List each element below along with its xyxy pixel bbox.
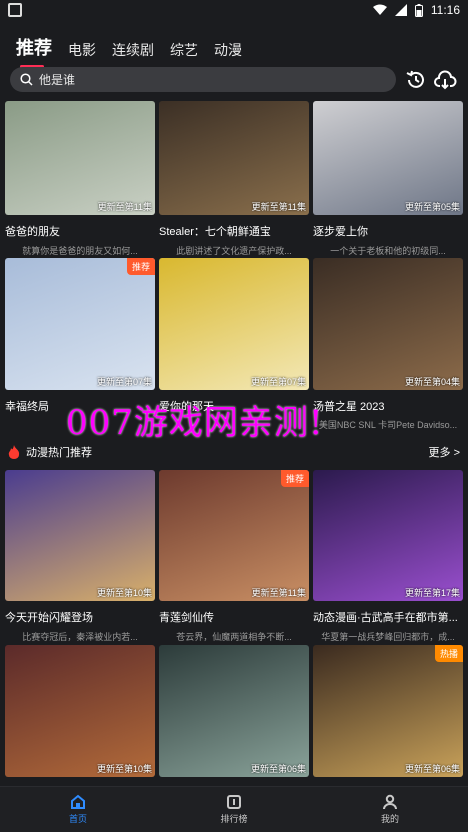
episode-label: 更新至第04集 — [404, 377, 460, 387]
episode-label: 更新至第10集 — [96, 764, 152, 774]
episode-label: 更新至第06集 — [404, 764, 460, 774]
video-card[interactable]: 更新至第04集 汤普之星 2023 美国NBC SNL 卡司Pete David… — [313, 258, 463, 431]
video-card[interactable]: 更新至第17集 动态漫画·古武高手在都市第... 华夏第一战兵梦峰回归都市，成.… — [313, 470, 463, 643]
bottom-navigation: 首页 排行榜 我的 — [0, 786, 468, 832]
recommend-badge: 推荐 — [126, 258, 155, 275]
video-desc: 华夏第一战兵梦峰回归都市，成... — [321, 632, 455, 642]
video-card[interactable]: 更新至第10集 今天开始闪耀登场 比赛夺冠后，秦泽被业内若... — [5, 470, 155, 643]
nav-label: 首页 — [68, 814, 87, 824]
battery-icon — [414, 3, 423, 17]
poster-image: 更新至第06集 — [159, 645, 309, 777]
drama-grid-row-1: 更新至第11集 爸爸的朋友 就算你是爸爸的朋友又如何... 更新至第11集 St… — [5, 101, 463, 257]
video-card[interactable]: 推荐更新至第11集 青莲剑仙传 苍云界，仙魔两道相争不断... — [159, 470, 309, 643]
poster-image: 更新至第05集 — [313, 101, 463, 215]
video-title: 动态漫画·古武高手在都市第... — [313, 612, 458, 624]
episode-label: 更新至第11集 — [97, 202, 152, 212]
episode-label: 更新至第17集 — [404, 588, 460, 598]
search-input[interactable] — [39, 72, 359, 87]
nav-home[interactable]: 首页 — [38, 794, 118, 825]
poster-image: 推荐更新至第11集 — [159, 470, 309, 601]
poster-image: 热播更新至第06集 — [313, 645, 463, 777]
nav-label: 我的 — [380, 814, 399, 824]
video-card[interactable]: 更新至第11集 爸爸的朋友 就算你是爸爸的朋友又如何... — [5, 101, 155, 257]
search-icon — [20, 73, 33, 86]
episode-label: 更新至第07集 — [96, 377, 152, 387]
status-time: 11:16 — [430, 3, 460, 17]
video-desc: 一个关于老板和他的初级同... — [330, 246, 446, 256]
anime-grid-row-1: 更新至第10集 今天开始闪耀登场 比赛夺冠后，秦泽被业内若... 推荐 更新至第1… — [5, 470, 463, 643]
history-icon[interactable] — [404, 68, 428, 92]
tab-variety[interactable]: 综艺 — [170, 40, 198, 60]
tab-anime[interactable]: 动漫 — [214, 40, 242, 60]
video-title: 青莲剑仙传 — [159, 612, 214, 624]
video-desc: 就算你是爸爸的朋友又如何... — [22, 246, 138, 256]
episode-label: 更新至第11集 — [251, 202, 306, 212]
ranking-icon — [227, 795, 241, 809]
video-desc: 比赛夺冠后，秦泽被业内若... — [22, 632, 138, 642]
video-title: 爸爸的朋友 — [5, 226, 60, 238]
search-bar[interactable] — [10, 67, 396, 92]
poster-image: 更新至第07集 — [159, 258, 309, 390]
video-title: Stealer：七个朝鲜通宝 — [159, 226, 271, 238]
poster-image: 更新至第11集 — [159, 101, 309, 215]
category-tabs: 推荐 电影 连续剧 综艺 动漫 — [16, 32, 242, 68]
hot-badge: 热播 — [434, 645, 463, 662]
tab-series[interactable]: 连续剧 — [112, 40, 154, 60]
video-card[interactable]: 更新至第05集 逐步爱上你 一个关于老板和他的初级同... — [313, 101, 463, 257]
episode-label: 更新至第07集 — [250, 377, 306, 387]
video-card[interactable]: 更新至第06集 — [159, 645, 309, 777]
video-title: 逐步爱上你 — [313, 226, 368, 238]
video-card[interactable]: 更新至第10集 — [5, 645, 155, 777]
nav-profile[interactable]: 我的 — [350, 794, 430, 825]
notification-icon — [8, 3, 22, 17]
anime-section-header: 动漫热门推荐 更多 > — [8, 444, 460, 460]
episode-label: 更新至第11集 — [251, 588, 306, 598]
tab-recommend[interactable]: 推荐 — [16, 34, 52, 68]
profile-icon — [383, 794, 397, 810]
video-card[interactable]: 更新至第11集 Stealer：七个朝鲜通宝 此剧讲述了文化遗产保护政... — [159, 101, 309, 257]
anime-grid-row-2: 更新至第10集 更新至第06集 热播更新至第06集 — [5, 645, 463, 777]
video-title: 今天开始闪耀登场 — [5, 612, 93, 624]
episode-label: 更新至第05集 — [404, 202, 460, 212]
poster-image: 推荐更新至第07集 — [5, 258, 155, 390]
recommend-badge: 推荐 — [280, 470, 309, 487]
cloud-download-icon[interactable] — [433, 68, 457, 92]
section-title: 动漫热门推荐 — [26, 447, 92, 459]
home-icon — [71, 794, 85, 809]
poster-image: 更新至第04集 — [313, 258, 463, 390]
nav-label: 排行榜 — [220, 814, 248, 824]
episode-label: 更新至第10集 — [96, 588, 152, 598]
video-desc: 此剧讲述了文化遗产保护政... — [176, 246, 292, 256]
fire-icon — [8, 445, 20, 459]
signal-icon — [394, 4, 407, 16]
poster-image: 更新至第10集 — [5, 645, 155, 777]
nav-ranking[interactable]: 排行榜 — [194, 794, 274, 825]
poster-image: 更新至第10集 — [5, 470, 155, 601]
wifi-icon — [372, 4, 387, 15]
poster-image: 更新至第11集 — [5, 101, 155, 215]
video-desc: 苍云界，仙魔两道相争不断... — [176, 632, 292, 642]
video-card[interactable]: 热播更新至第06集 — [313, 645, 463, 777]
tab-movies[interactable]: 电影 — [68, 40, 96, 60]
more-link[interactable]: 更多 > — [429, 444, 460, 460]
episode-label: 更新至第06集 — [250, 764, 306, 774]
watermark-text: 007游戏网亲测! — [66, 403, 324, 443]
status-bar: 11:16 — [0, 0, 468, 22]
video-title: 汤普之星 2023 — [313, 401, 385, 413]
poster-image: 更新至第17集 — [313, 470, 463, 601]
video-desc: 美国NBC SNL 卡司Pete Davidso... — [318, 420, 458, 430]
